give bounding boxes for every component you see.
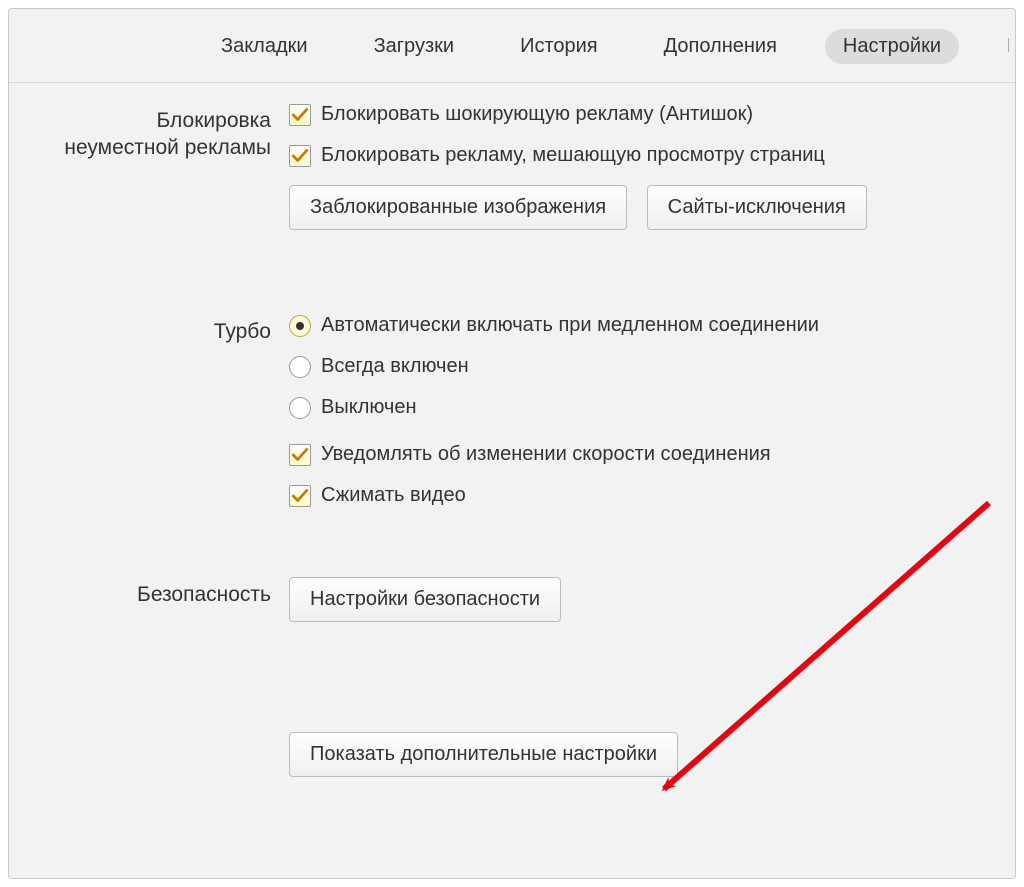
section-advanced: Показать дополнительные настройки [9,732,1015,777]
label-turbo-auto: Автоматически включать при медленном сое… [321,314,819,337]
section-security-label: Безопасность [9,577,289,608]
radio-turbo-off[interactable] [289,397,311,419]
label-antishock: Блокировать шокирующую рекламу (Антишок) [321,103,753,126]
label-turbo-always: Всегда включен [321,355,469,378]
section-advanced-spacer [9,732,289,736]
check-icon [291,487,309,505]
tab-addons[interactable]: Дополнения [646,29,795,64]
check-icon [291,147,309,165]
checkbox-notify-speed[interactable] [289,444,311,466]
show-advanced-button[interactable]: Показать дополнительные настройки [289,732,678,777]
section-turbo-label: Турбо [9,314,289,345]
site-exceptions-button[interactable]: Сайты-исключения [647,185,867,230]
radio-turbo-always[interactable] [289,356,311,378]
section-security-body: Настройки безопасности [289,577,975,622]
check-icon [291,106,309,124]
security-settings-button[interactable]: Настройки безопасности [289,577,561,622]
label-interfering-ads: Блокировать рекламу, мешающую просмотру … [321,144,825,167]
tab-settings[interactable]: Настройки [825,29,959,64]
section-security: Безопасность Настройки безопасности [9,577,1015,622]
label-notify-speed: Уведомлять об изменении скорости соедине… [321,443,771,466]
blocked-images-button[interactable]: Заблокированные изображения [289,185,627,230]
tab-cutoff[interactable]: Б [989,29,1009,64]
label-compress-video: Сжимать видео [321,484,466,507]
ad-block-title-line1: Блокировка [157,109,271,132]
section-turbo: Турбо Автоматически включать при медленн… [9,314,1015,507]
checkbox-interfering-ads[interactable] [289,145,311,167]
settings-content: Блокировка неуместной рекламы Блокироват… [9,83,1015,777]
checkbox-antishock[interactable] [289,104,311,126]
tab-bookmarks[interactable]: Закладки [203,29,326,64]
section-turbo-body: Автоматически включать при медленном сое… [289,314,975,507]
radio-turbo-auto[interactable] [289,315,311,337]
checkbox-compress-video[interactable] [289,485,311,507]
top-tabs: Закладки Загрузки История Дополнения Нас… [9,9,1015,82]
tab-history[interactable]: История [502,29,616,64]
check-icon [291,446,309,464]
ad-block-title-line2: неуместной рекламы [64,136,271,159]
settings-window: Закладки Загрузки История Дополнения Нас… [8,8,1016,879]
section-ad-blocking-body: Блокировать шокирующую рекламу (Антишок)… [289,103,975,244]
section-ad-blocking: Блокировка неуместной рекламы Блокироват… [9,103,1015,244]
section-ad-blocking-label: Блокировка неуместной рекламы [9,103,289,162]
tab-downloads[interactable]: Загрузки [356,29,473,64]
section-advanced-body: Показать дополнительные настройки [289,732,975,777]
label-turbo-off: Выключен [321,396,417,419]
